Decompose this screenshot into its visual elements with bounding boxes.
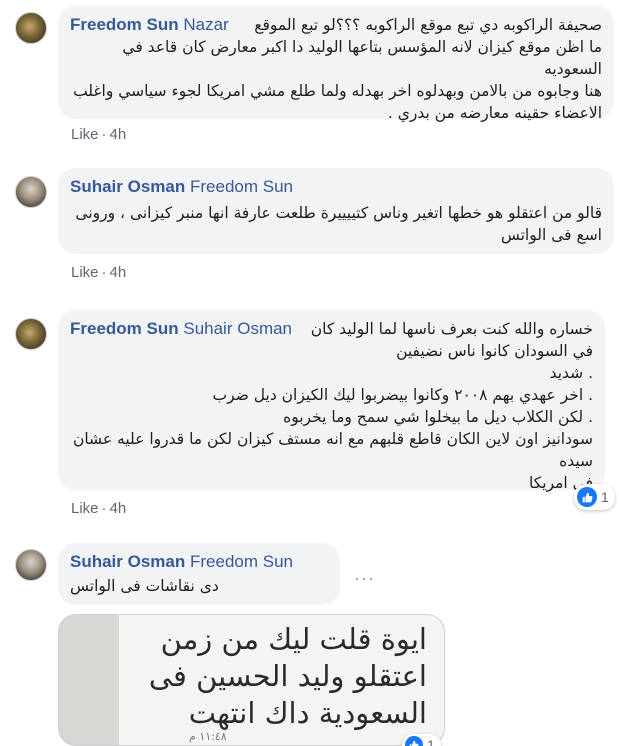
comment-bubble: Suhair Osman Freedom Sun قالو من اعتقلو …: [58, 168, 614, 254]
comment-time[interactable]: 4h: [110, 126, 127, 143]
comment-mention[interactable]: Freedom Sun: [190, 177, 293, 196]
comment-author[interactable]: Suhair Osman: [70, 177, 185, 196]
comment-bubble: Freedom Sun Nazar صحيفة الراكوبه دي تبع …: [58, 6, 614, 122]
avatar[interactable]: [15, 176, 47, 208]
reaction-count: 1: [427, 737, 435, 746]
like-link[interactable]: Like: [71, 500, 99, 517]
comment-text: قالو من اعتقلو هو خطها اتغير وناس كتيييي…: [75, 204, 602, 244]
comment-header: Suhair Osman Freedom Sun: [70, 551, 328, 573]
like-link[interactable]: Like: [71, 126, 99, 143]
comment-bubble: Suhair Osman Freedom Sun دى نقاشات فى ال…: [58, 543, 340, 605]
reaction-summary[interactable]: 1: [574, 484, 615, 510]
comment-meta: Like · 4h: [71, 126, 127, 143]
comment-bubble: Freedom Sun Suhair Osman خساره والله كنت…: [58, 310, 605, 492]
more-options-icon[interactable]: ···: [354, 568, 375, 589]
comment-text: دى نقاشات فى الواتس: [70, 577, 219, 595]
comment-text: خساره والله كنت بعرف ناسها لما الوليد كا…: [72, 320, 593, 492]
comment-time[interactable]: 4h: [110, 264, 127, 281]
comment-meta: Like · 4h: [71, 500, 127, 517]
avatar[interactable]: [15, 549, 47, 581]
image-timestamp: ١١:٤٨ م: [189, 730, 227, 743]
comment-meta: Like · 4h: [71, 264, 127, 281]
reaction-summary[interactable]: 1: [402, 734, 441, 746]
comment-mention[interactable]: Freedom Sun: [190, 552, 293, 571]
like-reaction-icon: [577, 487, 597, 507]
comment-author[interactable]: Suhair Osman: [70, 552, 185, 571]
image-text: ايوة قلت ليك من زمن اعتقلو وليد الحسين ف…: [148, 622, 427, 730]
avatar[interactable]: [15, 12, 47, 44]
comment-text: صحيفة الراكوبه دي تبع موقع الراكوبه ؟؟؟ل…: [73, 16, 602, 122]
attached-image[interactable]: ايوة قلت ليك من زمن اعتقلو وليد الحسين ف…: [58, 614, 445, 746]
comment-time[interactable]: 4h: [110, 500, 127, 517]
avatar[interactable]: [15, 318, 47, 350]
image-screenshot: ايوة قلت ليك من زمن اعتقلو وليد الحسين ف…: [119, 615, 444, 745]
comment-header: Suhair Osman Freedom Sun: [70, 176, 602, 198]
like-reaction-icon: [405, 736, 423, 746]
like-link[interactable]: Like: [71, 264, 99, 281]
reaction-count: 1: [601, 489, 609, 505]
